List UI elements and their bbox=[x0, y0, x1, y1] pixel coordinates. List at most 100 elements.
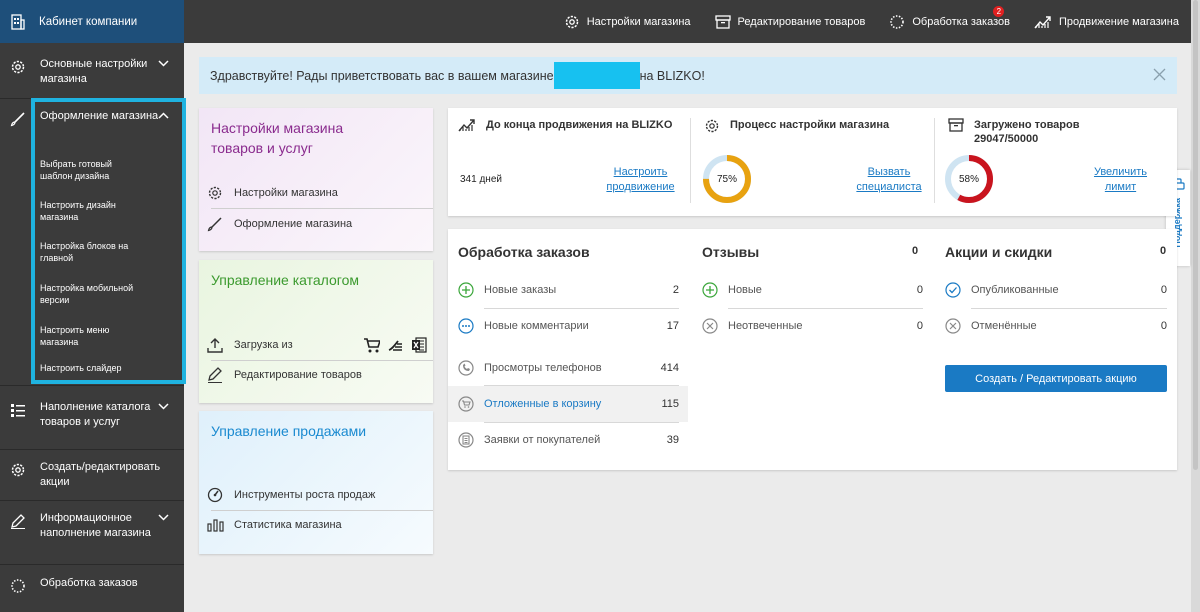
orders-heading: Обработка заказов bbox=[458, 244, 590, 260]
row-count: 0 bbox=[1160, 320, 1167, 332]
subitem-label: Выбрать готовый шаблон дизайна bbox=[40, 159, 112, 181]
check-circle-icon bbox=[945, 282, 961, 298]
create-edit-promo-button[interactable]: Создать / Редактировать акцию bbox=[945, 365, 1167, 392]
sidebar-item-label: Основные настройки магазина bbox=[40, 58, 148, 85]
row-count: 17 bbox=[666, 320, 679, 332]
row-count: 0 bbox=[916, 320, 923, 332]
row-label: Заявки от покупателей bbox=[484, 434, 601, 446]
pencil-icon bbox=[207, 367, 225, 383]
close-icon[interactable] bbox=[1153, 68, 1166, 81]
topbar-store-promotion[interactable]: Продвижение магазина bbox=[1034, 15, 1179, 29]
growth-tools-link[interactable]: Инструменты роста продаж bbox=[207, 480, 433, 510]
setup-promotion-link[interactable]: Настроить продвижение bbox=[603, 165, 678, 195]
orders-row-new[interactable]: Новые заказы 2 bbox=[458, 272, 679, 308]
row-label: Новые заказы bbox=[484, 284, 557, 296]
sidebar-subitem-template[interactable]: Выбрать готовый шаблон дизайна bbox=[0, 151, 184, 192]
sidebar-subitem-mobile[interactable]: Настройка мобильной версии bbox=[0, 275, 184, 317]
reviews-row-unanswered[interactable]: Неотвеченные 0 bbox=[702, 308, 923, 344]
archive-icon bbox=[714, 14, 731, 29]
topbar-edit-products[interactable]: Редактирование товаров bbox=[714, 14, 866, 29]
uploaded-percent: 58% bbox=[958, 174, 979, 185]
x-circle-icon bbox=[702, 318, 718, 334]
spinner-icon bbox=[889, 14, 905, 30]
subitem-label: Настроить меню магазина bbox=[40, 325, 110, 347]
sidebar-subitem-custom-design[interactable]: Настроить дизайн магазина bbox=[0, 192, 184, 233]
sidebar-subitem-slider[interactable]: Настроить слайдер bbox=[0, 358, 184, 386]
chevron-down-icon bbox=[158, 60, 169, 67]
row-count: 0 bbox=[1160, 284, 1167, 296]
promos-row-cancelled[interactable]: Отменённые 0 bbox=[945, 308, 1167, 344]
uploaded-products-stat: Загружено товаров 29047/50000 58% Увелич… bbox=[938, 108, 1177, 216]
clipboard-icon bbox=[458, 432, 474, 448]
company-cabinet-label: Кабинет компании bbox=[39, 15, 138, 28]
call-specialist-link[interactable]: Вызвать специалиста bbox=[849, 165, 929, 195]
topbar-label: Настройки магазина bbox=[586, 15, 691, 28]
topbar-label: Продвижение магазина bbox=[1058, 15, 1179, 28]
sidebar-item-catalog[interactable]: Наполнение каталога товаров и услуг bbox=[0, 386, 184, 450]
card-title: Управление продажами bbox=[211, 423, 367, 439]
card-link-label: Редактирование товаров bbox=[234, 369, 362, 381]
cart-icon bbox=[458, 396, 474, 412]
store-name-redacted bbox=[553, 62, 640, 89]
sidebar-subitem-menu[interactable]: Настроить меню магазина bbox=[0, 317, 184, 358]
greeting-text-end: на BLIZKO! bbox=[639, 68, 705, 83]
archive-icon bbox=[948, 118, 964, 132]
card-link-label: Инструменты роста продаж bbox=[234, 489, 376, 501]
card-link-label: Статистика магазина bbox=[234, 519, 342, 531]
topbar-order-processing[interactable]: 2 Обработка заказов bbox=[889, 5, 1010, 30]
sidebar-subitem-home-blocks[interactable]: Настройка блоков на главной bbox=[0, 233, 184, 275]
row-label: Отменённые bbox=[971, 320, 1037, 332]
gear-icon bbox=[10, 59, 26, 75]
orders-row-comments[interactable]: Новые комментарии 17 bbox=[458, 308, 679, 344]
card-link-label: Оформление магазина bbox=[234, 218, 353, 230]
orders-row-phone-views[interactable]: Просмотры телефонов 414 bbox=[458, 350, 679, 386]
row-label: Просмотры телефонов bbox=[484, 362, 602, 374]
plus-circle-icon bbox=[458, 282, 474, 298]
orders-row-requests[interactable]: Заявки от покупателей 39 bbox=[458, 422, 679, 458]
uploaded-count: 29047/50000 bbox=[974, 133, 1039, 145]
setup-progress-stat: Процесс настройки магазина 75% Вызвать с… bbox=[694, 108, 934, 216]
stat-title: Загружено товаров bbox=[974, 119, 1080, 131]
sidebar-item-label: Наполнение каталога товаров и услуг bbox=[40, 401, 151, 428]
gear-icon bbox=[207, 185, 225, 201]
bar-chart-icon bbox=[207, 518, 225, 532]
trend-icon bbox=[1034, 15, 1052, 29]
sidebar: Кабинет компании Основные настройки мага… bbox=[0, 0, 184, 612]
sidebar-item-promos[interactable]: Создать/редактировать акции bbox=[0, 450, 184, 501]
store-design-link[interactable]: Оформление магазина bbox=[207, 209, 433, 239]
sidebar-item-info[interactable]: Информационное наполнение магазина bbox=[0, 501, 184, 565]
store-statistics-link[interactable]: Статистика магазина bbox=[207, 510, 433, 540]
card-link-label: Настройки магазина bbox=[234, 187, 338, 199]
topbar-store-settings[interactable]: Настройки магазина bbox=[564, 14, 691, 30]
chevron-up-icon bbox=[158, 112, 169, 119]
sidebar-item-label: Обработка заказов bbox=[40, 577, 138, 589]
reviews-heading: Отзывы bbox=[702, 244, 760, 260]
gear-icon bbox=[704, 118, 720, 134]
sidebar-item-orders[interactable]: Обработка заказов bbox=[0, 565, 184, 605]
sidebar-item-label: Создать/редактировать акции bbox=[40, 461, 161, 488]
row-count: 115 bbox=[661, 398, 679, 410]
store-settings-link[interactable]: Настройки магазина bbox=[207, 178, 433, 208]
sidebar-item-main-settings[interactable]: Основные настройки магазина bbox=[0, 43, 184, 99]
edit-products-link[interactable]: Редактирование товаров bbox=[207, 360, 433, 390]
scrollbar-thumb[interactable] bbox=[1193, 0, 1198, 470]
orders-row-cart[interactable]: Отложенные в корзину 115 bbox=[458, 386, 679, 422]
promos-row-published[interactable]: Опубликованные 0 bbox=[945, 272, 1167, 308]
sidebar-item-design[interactable]: Оформление магазина bbox=[0, 99, 184, 151]
import-icon[interactable] bbox=[387, 338, 404, 353]
company-cabinet-link[interactable]: Кабинет компании bbox=[0, 0, 184, 43]
topbar-label: Обработка заказов bbox=[912, 15, 1010, 28]
top-navigation: Настройки магазина Редактирование товаро… bbox=[184, 0, 1191, 43]
upload-from-link[interactable]: Загрузка из bbox=[207, 330, 433, 360]
chevron-down-icon bbox=[158, 403, 169, 410]
page-scrollbar[interactable] bbox=[1191, 0, 1200, 612]
increase-limit-link[interactable]: Увеличить лимит bbox=[1088, 165, 1153, 195]
reviews-total: 0 bbox=[912, 245, 919, 257]
row-label: Новые bbox=[728, 284, 762, 296]
greeting-banner: Здравствуйте! Рады приветствовать вас в … bbox=[199, 57, 1177, 94]
topbar-label: Редактирование товаров bbox=[737, 15, 866, 28]
excel-icon[interactable] bbox=[411, 337, 427, 353]
cart-icon[interactable] bbox=[363, 337, 380, 353]
reviews-row-new[interactable]: Новые 0 bbox=[702, 272, 923, 308]
row-label: Отложенные в корзину bbox=[484, 398, 602, 410]
